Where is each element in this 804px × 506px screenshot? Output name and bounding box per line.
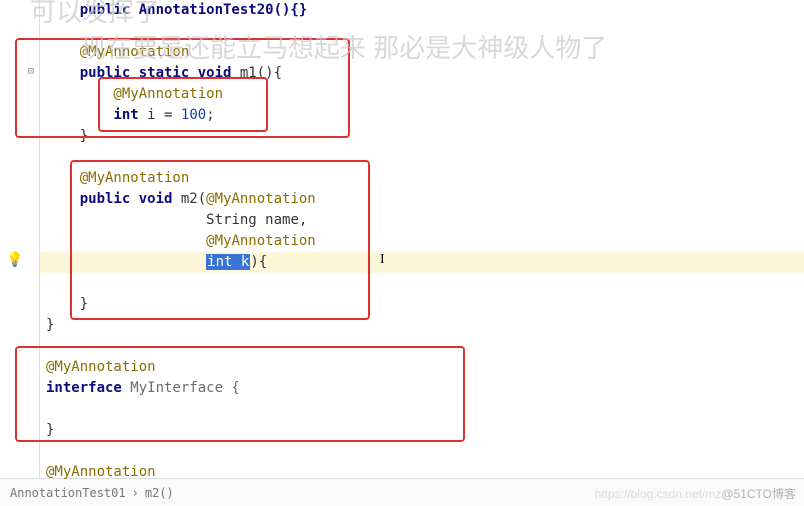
keyword: interface [46,380,122,396]
method-name: m2( [172,191,206,207]
code-line[interactable] [46,399,804,420]
breadcrumb-file[interactable]: AnnotationTest01 [10,486,126,500]
watermark: https://blog.csdn.net/mz@51CTO博客 [595,485,796,502]
annotation: @MyAnnotation [46,44,189,60]
type: String [206,212,257,228]
code-line[interactable]: public void m2(@MyAnnotation [46,189,804,210]
code-line[interactable]: int i = 100; [46,105,804,126]
annotation: @MyAnnotation [46,86,223,102]
code-line[interactable]: @MyAnnotation [46,168,804,189]
code-line[interactable]: } [46,420,804,441]
code-line[interactable]: public AnnotationTest20(){} [46,0,804,21]
code-line[interactable] [46,441,804,462]
number-literal: 100 [181,107,206,123]
annotation: @MyAnnotation [206,191,316,207]
code-line[interactable]: @MyAnnotation [46,84,804,105]
keyword: int [113,107,138,123]
code-line[interactable] [46,273,804,294]
code-line[interactable]: } [46,315,804,336]
code-line[interactable]: } [46,294,804,315]
code-line[interactable]: int k){ [46,252,804,273]
line-gutter: ⊟ 💡 [0,0,40,478]
code-line[interactable]: interface MyInterface { [46,378,804,399]
code-line[interactable]: String name, [46,210,804,231]
keyword: public void [80,191,173,207]
code-line[interactable] [46,147,804,168]
annotation: @MyAnnotation [46,359,156,375]
code-line[interactable]: } [46,126,804,147]
code-editor[interactable]: ⊟ 💡 public AnnotationTest20(){} @MyAnnot… [0,0,804,478]
code-line[interactable] [46,21,804,42]
chevron-right-icon: › [132,486,139,500]
lightbulb-icon[interactable]: 💡 [6,252,23,268]
annotation: @MyAnnotation [46,464,156,480]
breadcrumb-method[interactable]: m2() [145,486,174,500]
code-line[interactable]: @MyAnnotation [46,357,804,378]
text-cursor: I [380,252,381,268]
code-line[interactable]: @MyAnnotation [46,231,804,252]
watermark-url: https://blog.csdn.net/mz [595,487,722,501]
selected-text: int k [206,254,250,270]
code-line[interactable] [46,336,804,357]
code-area[interactable]: public AnnotationTest20(){} @MyAnnotatio… [40,0,804,478]
code-line[interactable]: @MyAnnotation [46,42,804,63]
keyword: public static void [80,65,232,81]
method-name: m1(){ [231,65,282,81]
annotation: @MyAnnotation [46,170,189,186]
code-text: public AnnotationTest20(){} [46,2,307,18]
type-name: MyInterface { [122,380,240,396]
watermark-label: @51CTO博客 [721,487,796,501]
code-line[interactable]: @MyAnnotation [46,462,804,483]
fold-icon[interactable]: ⊟ [26,67,36,77]
annotation: @MyAnnotation [206,233,316,249]
code-line[interactable]: public static void m1(){ [46,63,804,84]
